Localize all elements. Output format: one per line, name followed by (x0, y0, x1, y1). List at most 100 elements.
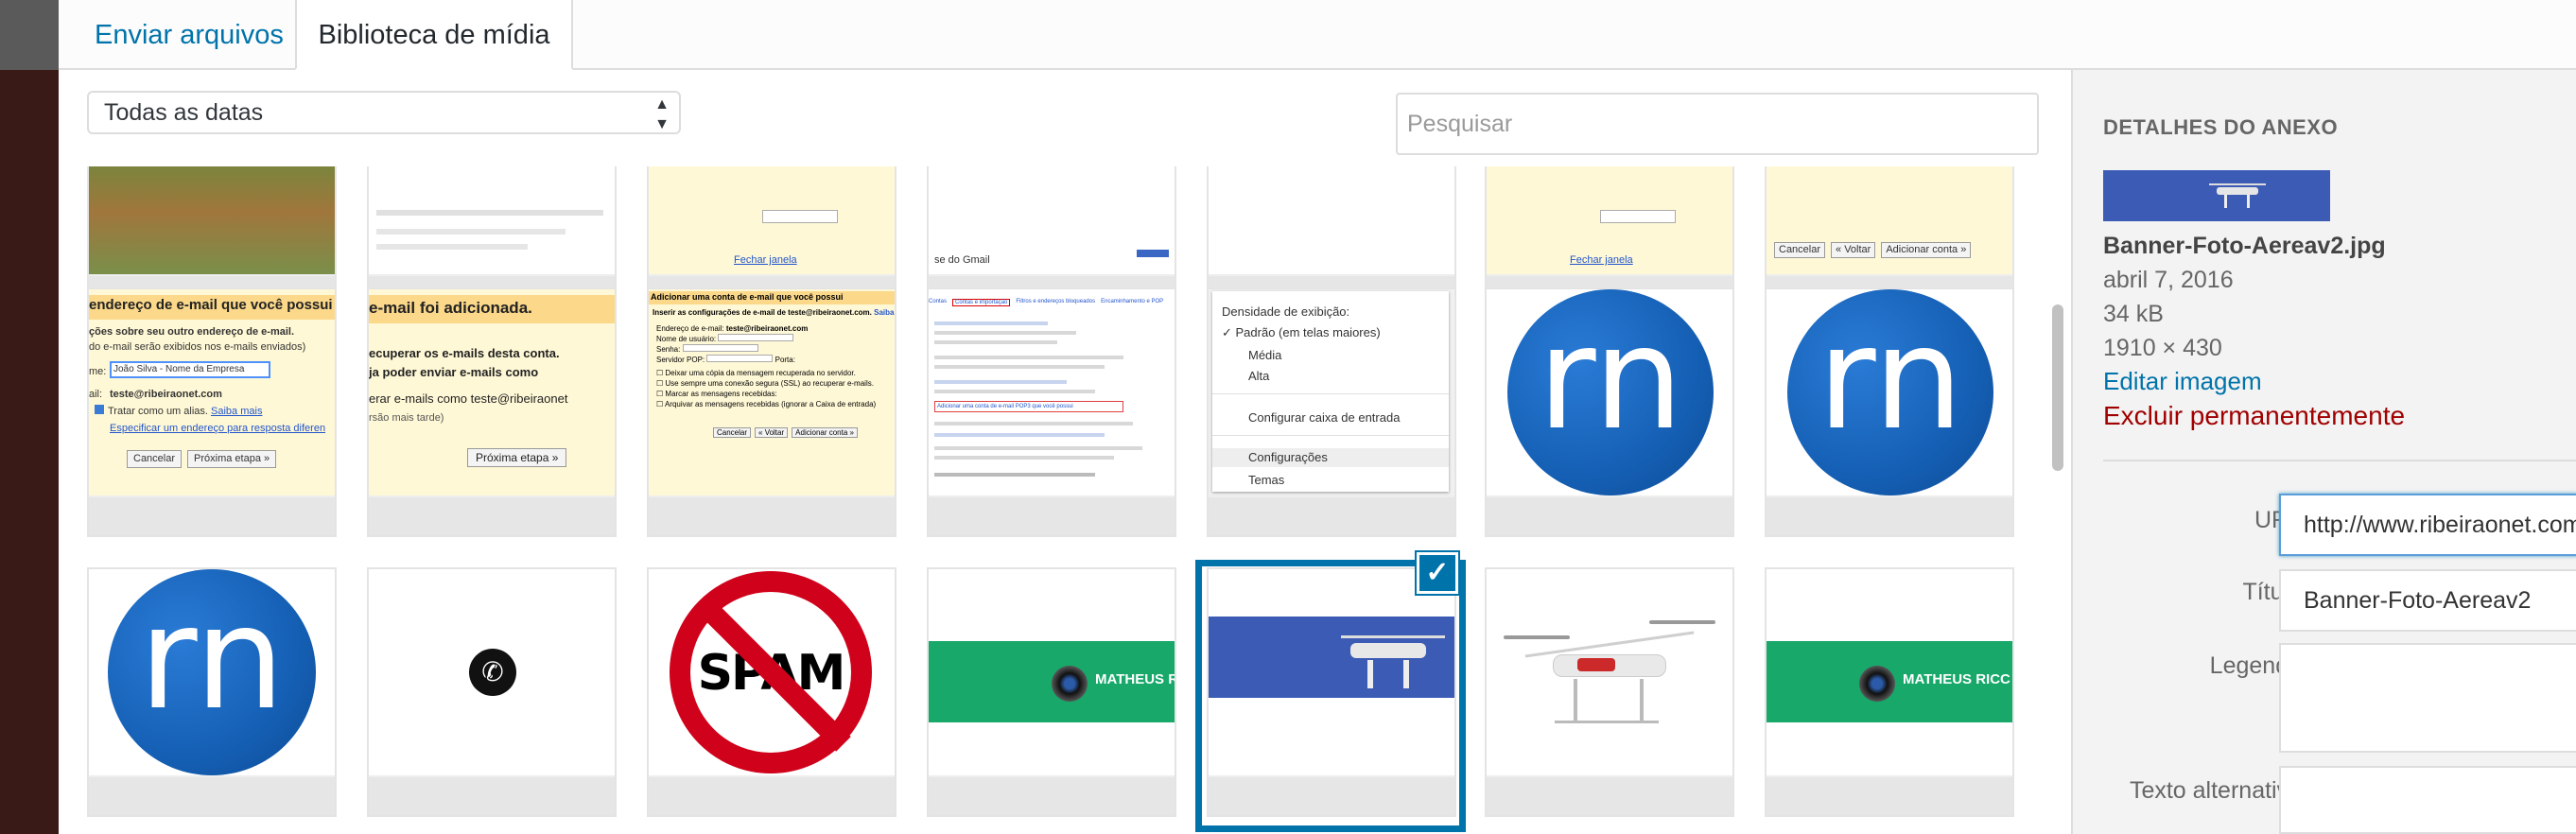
screenshot-heading: e-mail foi adicionada. (369, 299, 532, 317)
screenshot-text: Encaminhamento e POP (1101, 299, 1164, 304)
media-item-bar (369, 497, 615, 535)
url-label: URL (2254, 507, 2302, 533)
sidebar-divider (2103, 460, 2576, 461)
grid-scrollbar[interactable] (2045, 166, 2065, 834)
back-button-image: « Voltar (1831, 242, 1876, 258)
caption-label: Legenda (2209, 652, 2302, 679)
tab-media-library[interactable]: Biblioteca de mídia (295, 0, 573, 70)
screenshot-text: Média (1248, 348, 1282, 362)
screenshot-text: Filtros e endereços bloqueados (1016, 299, 1096, 304)
media-item-bar (929, 777, 1175, 815)
screenshot-text: Adicionar uma conta de e-mail POP3 que v… (934, 401, 1123, 412)
screenshot-text: Senha: (656, 345, 681, 354)
attachment-dimensions: 1910 × 430 (2103, 335, 2222, 361)
screenshot-text: Alta (1248, 369, 1270, 383)
title-label: Título (2242, 579, 2302, 605)
attachment-preview (2103, 170, 2330, 221)
media-item-bar (649, 777, 895, 815)
close-window-link: Fechar janela (734, 254, 797, 266)
screenshot-image (1209, 166, 1454, 274)
search-input[interactable] (1396, 93, 2039, 155)
edit-image-link[interactable]: Editar imagem (2103, 367, 2262, 396)
select-arrows-icon: ▲ ▼ (654, 96, 670, 132)
screenshot-text: ail: (89, 389, 103, 400)
attachment-details-heading: DETALHES DO ANEXO (2103, 115, 2339, 139)
screenshot-text: erar e-mails como teste@ribeiraonet (369, 391, 568, 406)
add-account-button-image: Adicionar conta » (1881, 242, 1972, 258)
delete-permanently-link[interactable]: Excluir permanentemente (2103, 401, 2405, 431)
screenshot-text: Densidade de exibição: (1222, 304, 1350, 319)
media-item[interactable]: Densidade de exibição: ✓ Padrão (em tela… (1207, 287, 1456, 537)
screenshot-text: Padrão (em telas maiores) (1235, 325, 1381, 339)
screenshot-image: Fechar janela (1487, 166, 1732, 274)
camera-lens-icon (1052, 666, 1088, 702)
camera-lens-icon (1859, 666, 1895, 702)
media-item-bar (1487, 497, 1732, 535)
admin-sidebar-edge (0, 0, 59, 834)
checkmark-icon[interactable]: ✓ (1417, 552, 1458, 594)
alt-text-label: Texto alternativo (2129, 777, 2302, 804)
attachment-details-sidebar: DETALHES DO ANEXO Banner-Foto-Aereav2.jp… (2071, 70, 2576, 834)
media-item[interactable]: MATHEUS R (927, 567, 1176, 817)
screenshot-image (369, 166, 615, 274)
screenshot-image: Contas Contas e importação Filtros e end… (929, 289, 1175, 495)
tab-upload-files[interactable]: Enviar arquivos (72, 0, 306, 70)
caption-field[interactable] (2279, 643, 2576, 753)
screenshot-text: Endereço de e-mail: (656, 324, 724, 333)
media-item[interactable]: endereço de e-mail que você possui ções … (87, 287, 337, 537)
rn-logo: rn (1817, 297, 1964, 461)
screenshot-image: Adicionar uma conta de e-mail que você p… (649, 289, 895, 495)
screenshot-text: Porta: (775, 356, 795, 364)
media-item-bar (649, 497, 895, 535)
date-filter-value: Todas as datas (104, 99, 264, 126)
screenshot-link: Especificar um endereço para resposta di… (110, 423, 326, 434)
media-item-bar (89, 777, 335, 815)
media-item[interactable]: Contas Contas e importação Filtros e end… (927, 287, 1176, 537)
media-item[interactable]: SPAM (647, 567, 896, 817)
media-item[interactable]: Adicionar uma conta de e-mail que você p… (647, 287, 896, 537)
media-item[interactable]: rn (87, 567, 337, 817)
title-field[interactable]: Banner-Foto-Aereav2 (2279, 569, 2576, 632)
media-item[interactable]: rn (1765, 287, 2014, 537)
media-item[interactable]: MATHEUS RICC (1765, 567, 2014, 817)
media-item[interactable]: rn (1485, 287, 1734, 537)
media-item-bar (929, 497, 1175, 535)
media-tabs: Enviar arquivos Biblioteca de mídia (59, 0, 2576, 70)
screenshot-text: Tratar como um alias. (108, 406, 208, 417)
screenshot-text: rsão mais tarde) (369, 412, 444, 424)
banner-text: MATHEUS R (1095, 671, 1175, 687)
next-button-image: Próxima etapa » (187, 450, 277, 468)
screenshot-text: ções sobre seu outro endereço de e-mail. (89, 326, 295, 338)
screenshot-image: e-mail foi adicionada. ecuperar os e-mai… (369, 289, 615, 495)
rn-logo: rn (1537, 297, 1684, 461)
media-item-bar (1767, 497, 2012, 535)
phone-image: ✆ (369, 569, 615, 775)
screenshot-text: Nome de usuário: (656, 335, 717, 343)
next-button-image: Próxima etapa » (467, 448, 567, 467)
aerial-field-image (89, 166, 335, 274)
alt-text-field[interactable] (2279, 766, 2576, 834)
screenshot-image: se do Gmail (929, 166, 1175, 274)
selection-frame (1195, 560, 1466, 832)
grid-scrollbar-thumb[interactable] (2052, 304, 2063, 471)
screenshot-text: Servidor POP: (656, 356, 705, 364)
media-item-bar (1767, 777, 2012, 815)
media-item[interactable] (1485, 567, 1734, 817)
screenshot-text: Contas e importação (952, 299, 1011, 306)
screenshot-text: Inserir as configurações de e-mail de te… (653, 308, 872, 317)
screenshot-text: me: (89, 366, 107, 377)
screenshot-image: Cancelar « Voltar Adicionar conta » (1767, 166, 2012, 274)
banner-text: MATHEUS RICC (1903, 671, 2010, 687)
media-item[interactable]: e-mail foi adicionada. ecuperar os e-mai… (367, 287, 617, 537)
attachment-filename: Banner-Foto-Aereav2.jpg (2103, 233, 2386, 259)
media-item[interactable]: ✆ (367, 567, 617, 817)
cancel-button-image: Cancelar (713, 427, 752, 438)
screenshot-image: Fechar janela (649, 166, 895, 274)
attachment-date: abril 7, 2016 (2103, 267, 2234, 293)
url-field[interactable]: http://www.ribeiraonet.com (2279, 494, 2576, 556)
date-filter-select[interactable]: Todas as datas ▲ ▼ (87, 91, 681, 134)
screenshot-text: ja poder enviar e-mails como (369, 365, 539, 379)
screenshot-text: Temas (1248, 473, 1285, 487)
add-account-button-image: Adicionar conta » (792, 427, 858, 438)
screenshot-link: Saiba mais (211, 406, 263, 417)
